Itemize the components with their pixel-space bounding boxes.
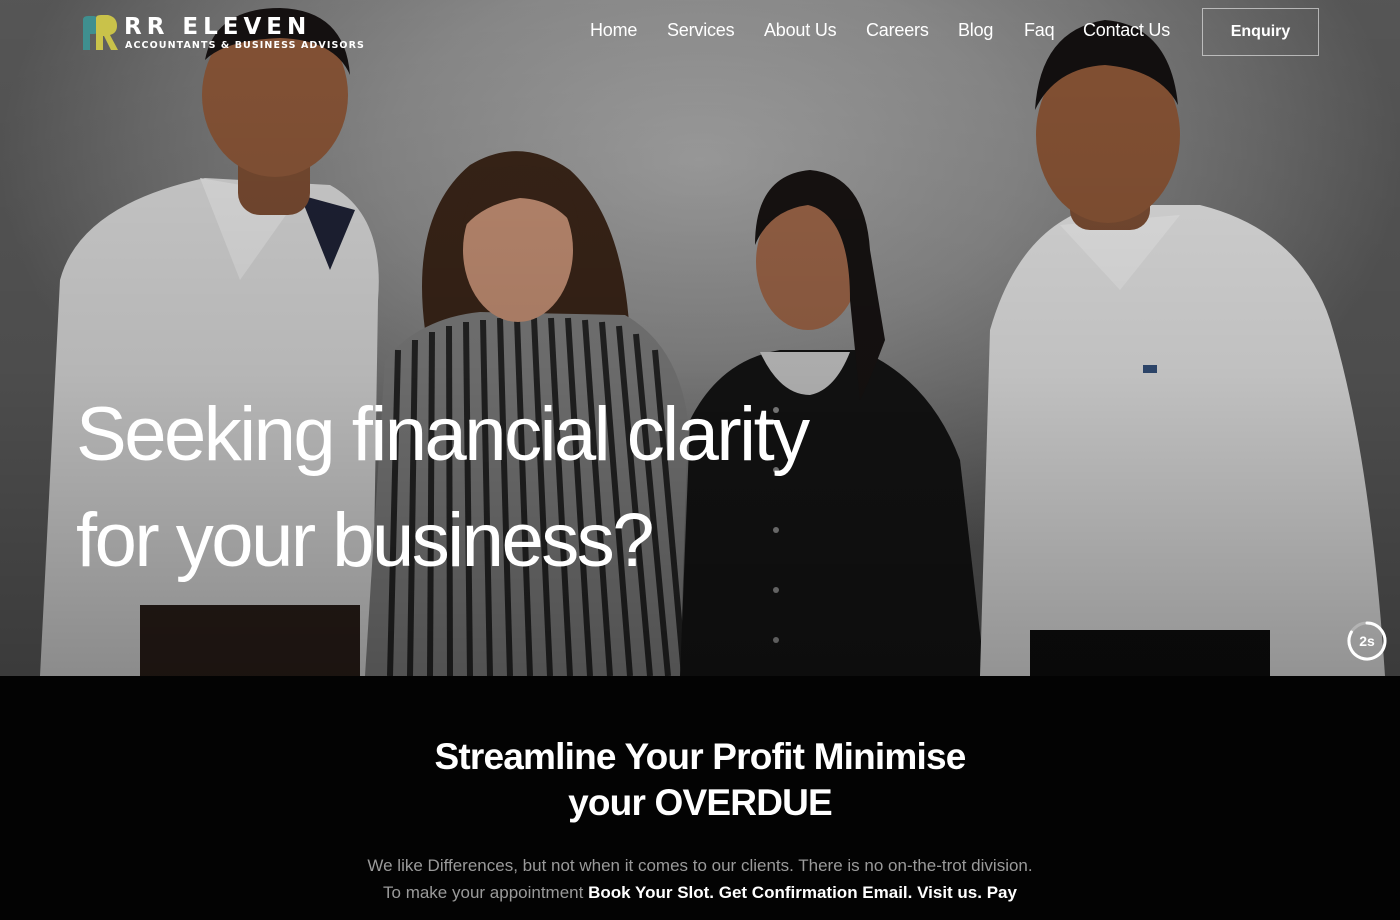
enquiry-button[interactable]: Enquiry <box>1202 8 1319 56</box>
intro-title-line-1: Streamline Your Profit Minimise <box>434 736 966 777</box>
hero-banner: RR ELEVEN ACCOUNTANTS & BUSINESS ADVISOR… <box>0 0 1400 676</box>
slide-timer[interactable]: 2s <box>1345 619 1389 663</box>
hero-headline-line-1: Seeking financial clarity <box>76 392 810 477</box>
hero-headline: Seeking financial clarity for your busin… <box>76 382 976 594</box>
intro-title-line-2: your OVERDUE <box>568 782 833 823</box>
intro-title: Streamline Your Profit Minimise your OVE… <box>0 734 1400 826</box>
nav-home[interactable]: Home <box>590 20 637 41</box>
booking-steps: Book Your Slot. Get Confirmation Email. … <box>588 883 1017 902</box>
nav-faq[interactable]: Faq <box>1024 20 1055 41</box>
intro-body: We like Differences, but not when it com… <box>0 852 1400 906</box>
nav-services[interactable]: Services <box>667 20 735 41</box>
intro-body-line-1: We like Differences, but not when it com… <box>367 856 1033 875</box>
main-nav: Home Services About Us Careers Blog Faq … <box>0 20 1400 44</box>
nav-blog[interactable]: Blog <box>958 20 993 41</box>
intro-body-line-2: To make your appointment Book Your Slot.… <box>0 879 1400 906</box>
intro-body-prefix: To make your appointment <box>383 883 584 902</box>
page: RR ELEVEN ACCOUNTANTS & BUSINESS ADVISOR… <box>0 0 1400 920</box>
slide-timer-label: 2s <box>1359 633 1375 649</box>
nav-contact-us[interactable]: Contact Us <box>1083 20 1170 41</box>
intro-section: Streamline Your Profit Minimise your OVE… <box>0 676 1400 920</box>
nav-careers[interactable]: Careers <box>866 20 929 41</box>
hero-headline-line-2: for your business? <box>76 498 655 583</box>
nav-about-us[interactable]: About Us <box>764 20 837 41</box>
